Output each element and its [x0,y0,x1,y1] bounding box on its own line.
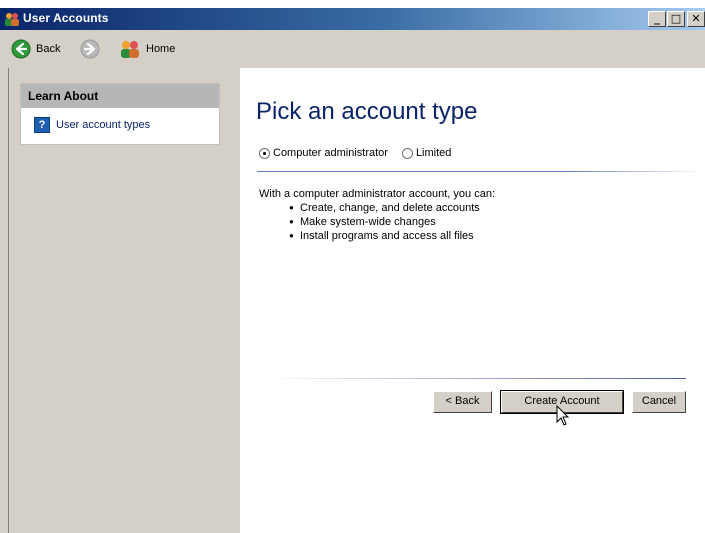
divider-top [257,171,703,172]
main-content: Pick an account type Computer administra… [240,68,705,533]
page-title: Pick an account type [256,98,478,125]
radio-label-limited: Limited [415,147,452,159]
forward-nav-button[interactable] [80,39,100,59]
forward-arrow-icon [80,39,100,59]
title-bar: User Accounts _ □ ✕ [0,8,705,30]
navigation-bar: Back Home [0,30,705,68]
divider-bottom [264,378,686,379]
back-button[interactable]: < Back [433,391,492,413]
close-button[interactable]: ✕ [687,11,705,27]
cancel-button[interactable]: Cancel [632,391,686,413]
close-icon: ✕ [691,12,701,25]
learn-about-header: Learn About [21,84,219,108]
window-controls: _ □ ✕ [647,11,705,27]
radio-computer-administrator[interactable]: Computer administrator [259,147,388,159]
create-account-button[interactable]: Create Account [500,390,624,414]
home-nav-label: Home [146,43,176,55]
home-nav-button[interactable]: Home [119,39,175,59]
description-text: With a computer administrator account, y… [259,188,495,200]
description-block: With a computer administrator account, y… [259,187,495,243]
back-nav-label: Back [36,43,61,55]
radio-limited[interactable]: Limited [401,147,452,159]
user-accounts-icon [5,13,19,26]
list-item: Install programs and access all files [289,229,495,243]
account-type-radio-group: Computer administrator Limited [259,147,465,159]
left-frame-line [8,68,9,533]
learn-link-label: User account types [56,119,151,131]
maximize-icon: □ [670,12,682,25]
learn-about-box: Learn About ? User account types [20,83,220,145]
maximize-button[interactable]: □ [667,11,685,27]
back-arrow-icon [11,39,31,59]
window-title: User Accounts [23,11,109,25]
left-pane: Learn About ? User account types [0,68,240,533]
help-icon: ? [34,117,50,133]
capability-list: Create, change, and delete accounts Make… [259,201,495,243]
back-nav-button[interactable]: Back [11,39,60,59]
radio-dot-selected[interactable] [259,147,270,159]
minimize-button[interactable]: _ [648,11,666,27]
minimize-icon: _ [654,12,660,25]
user-account-types-link[interactable]: ? User account types [34,117,150,133]
list-item: Make system-wide changes [289,215,495,229]
radio-dot-unselected[interactable] [401,147,413,159]
users-home-icon [121,41,139,58]
list-item: Create, change, and delete accounts [289,201,495,215]
radio-label-admin: Computer administrator [273,147,388,159]
